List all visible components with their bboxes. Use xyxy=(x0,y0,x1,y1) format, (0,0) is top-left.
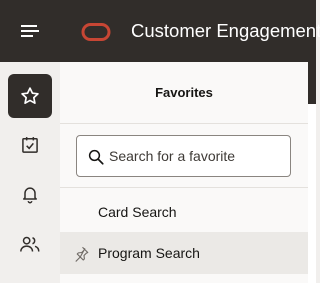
calendar-check-icon xyxy=(22,137,38,153)
favorite-item-program-search[interactable]: Program Search xyxy=(60,232,308,274)
favorite-item-label: Program Search xyxy=(98,245,200,261)
rail-item-contacts[interactable] xyxy=(8,222,52,266)
oracle-logo[interactable] xyxy=(81,22,111,42)
navigation-rail xyxy=(0,62,60,283)
people-icon xyxy=(20,236,40,252)
favorites-panel: Favorites Card Search Program Search xyxy=(60,62,308,283)
favorite-item-card-search[interactable]: Card Search xyxy=(60,191,308,233)
rail-item-calendar[interactable] xyxy=(8,123,52,167)
app-title: Customer Engagement xyxy=(131,20,320,41)
search-box[interactable] xyxy=(76,135,291,177)
search-icon xyxy=(88,149,104,165)
rail-item-favorites[interactable] xyxy=(8,74,52,118)
hamburger-menu-icon xyxy=(21,25,39,37)
background-edge xyxy=(308,104,316,283)
pin-icon[interactable] xyxy=(72,245,90,263)
favorite-item-label: Card Search xyxy=(98,204,177,220)
top-bar: Customer Engagement xyxy=(0,0,320,62)
search-section xyxy=(60,62,308,188)
star-icon xyxy=(21,87,39,104)
rail-item-notifications[interactable] xyxy=(8,172,52,216)
background-edge-dark xyxy=(308,62,316,104)
search-input[interactable] xyxy=(109,136,287,176)
bell-icon xyxy=(23,187,37,204)
menu-button[interactable] xyxy=(0,0,60,62)
